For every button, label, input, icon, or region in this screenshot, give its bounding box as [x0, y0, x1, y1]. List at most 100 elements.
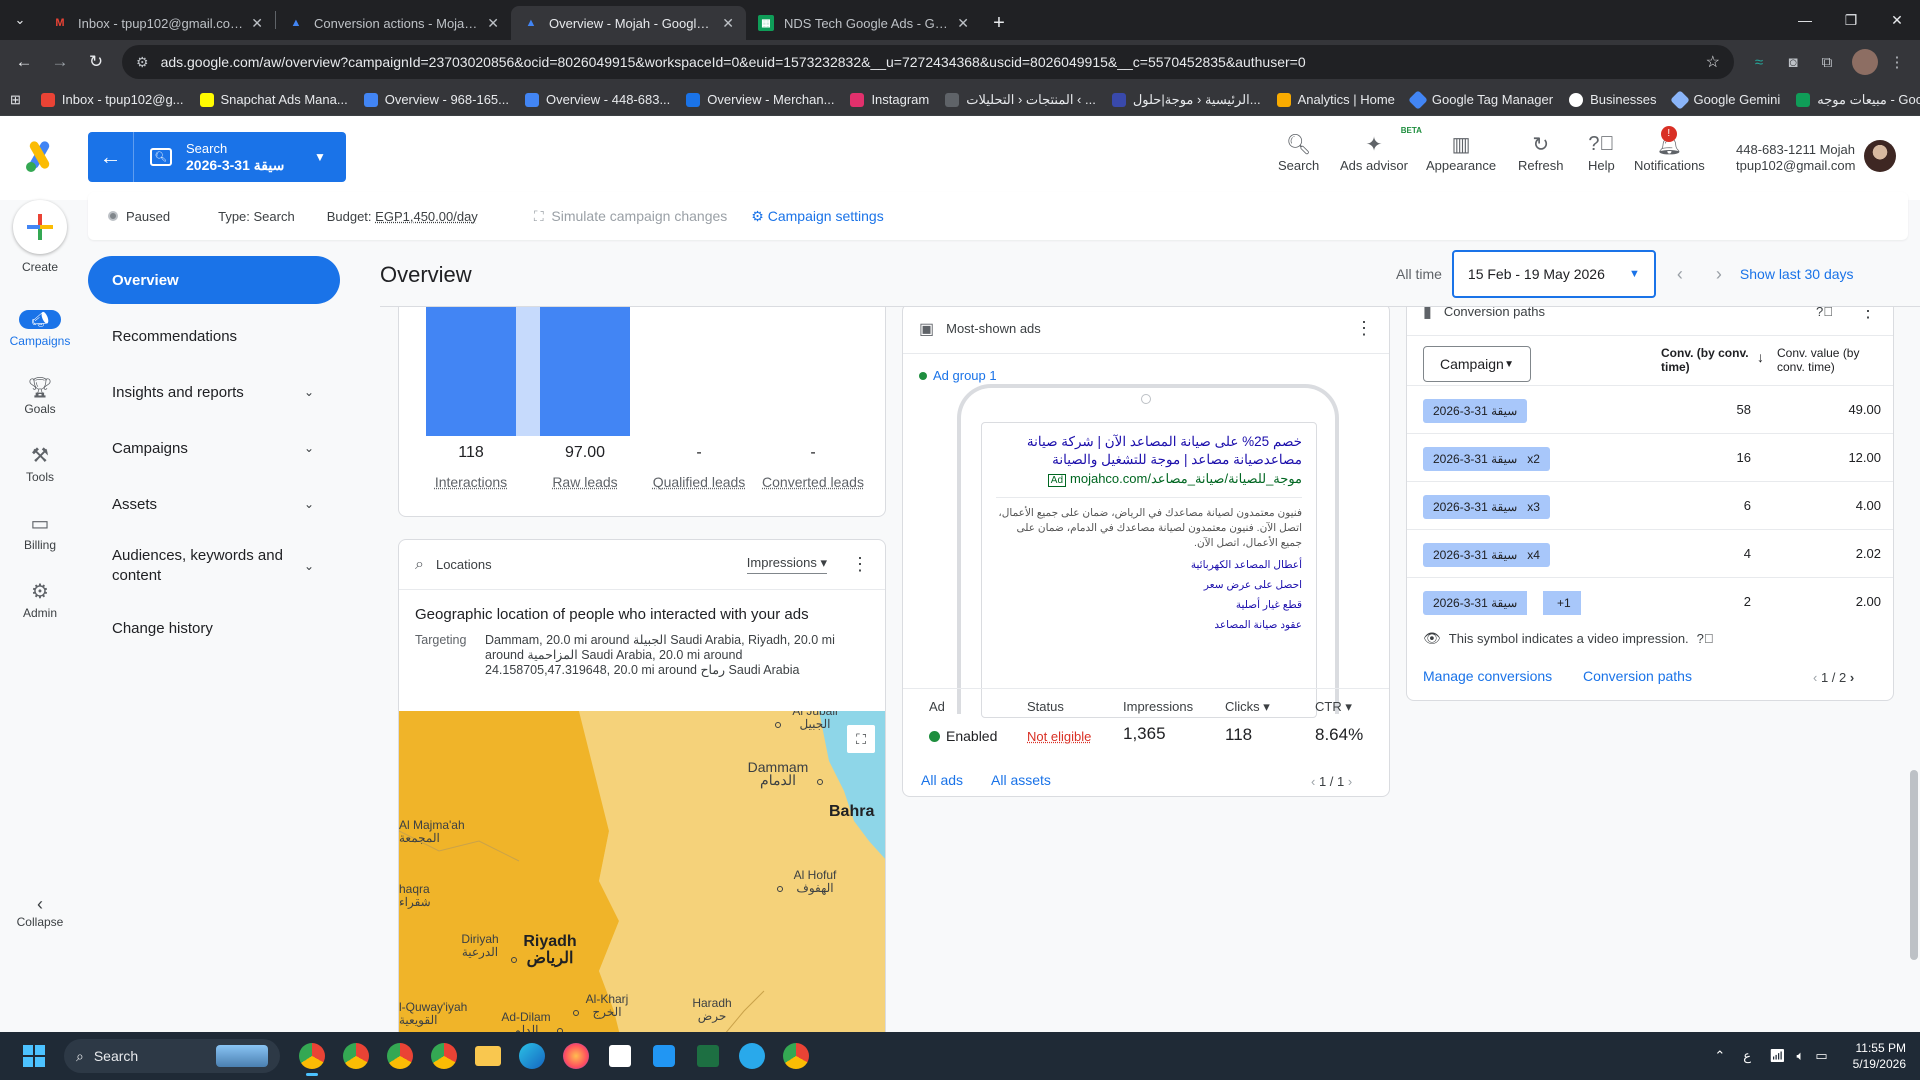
file-explorer-icon[interactable]: [466, 1034, 510, 1078]
extension-icon[interactable]: ◙: [1778, 47, 1808, 77]
bookmark-item[interactable]: Google Tag Manager: [1411, 92, 1553, 107]
reload-icon[interactable]: ↻: [80, 46, 112, 78]
close-icon[interactable]: ✕: [251, 15, 263, 32]
nav-change-history[interactable]: Change history: [88, 604, 340, 652]
campaign-dropdown[interactable]: Campaign ▼: [1423, 346, 1531, 382]
firefox-icon[interactable]: [554, 1034, 598, 1078]
browser-menu-icon[interactable]: ⋮: [1882, 47, 1912, 77]
excel-icon[interactable]: [686, 1034, 730, 1078]
bookmark-item[interactable]: Analytics | Home: [1277, 92, 1395, 107]
bookmark-item[interactable]: Overview - 968-165...: [364, 92, 509, 107]
col-value-header[interactable]: Conv. value (by conv. time): [1777, 346, 1881, 374]
telegram-icon[interactable]: [730, 1034, 774, 1078]
bookmark-item[interactable]: Businesses: [1569, 92, 1656, 107]
extensions-puzzle-icon[interactable]: ⧉: [1812, 47, 1842, 77]
taskbar-search[interactable]: ⌕ Search: [64, 1039, 280, 1073]
simulate-button[interactable]: ⛶ Simulate campaign changes: [534, 208, 727, 225]
search-tool-button[interactable]: 🔍︎ Search: [1278, 130, 1319, 173]
page-scrollbar[interactable]: [1910, 770, 1918, 960]
appearance-button[interactable]: ▥ Appearance: [1426, 130, 1496, 173]
forward-icon[interactable]: →: [44, 46, 76, 78]
taskbar-clock[interactable]: 11:55 PM 5/19/2026: [1853, 1040, 1906, 1072]
all-ads-link[interactable]: All ads: [921, 772, 963, 788]
chevron-right-icon[interactable]: ›: [1348, 774, 1352, 789]
bookmark-item[interactable]: Overview - 448-683...: [525, 92, 670, 107]
show-last-30-days-link[interactable]: Show last 30 days: [1740, 266, 1854, 282]
battery-icon[interactable]: ▭: [1815, 1048, 1827, 1064]
site-info-icon[interactable]: ⚙: [136, 54, 149, 71]
profile-avatar[interactable]: [1852, 49, 1878, 75]
more-vert-icon[interactable]: ⋮: [1355, 318, 1373, 339]
ad-preview[interactable]: خصم 25% على صيانة المصاعد الآن | شركة صي…: [981, 422, 1317, 718]
chrome-app-icon[interactable]: [774, 1034, 818, 1078]
status-value[interactable]: Not eligible: [1027, 729, 1091, 744]
browser-tab[interactable]: ▦ NDS Tech Google Ads - Google ✕: [746, 6, 981, 40]
notifications-button[interactable]: 🔔︎ ! Notifications: [1634, 130, 1705, 173]
fullscreen-icon[interactable]: ⛶: [847, 725, 875, 753]
sort-arrow-icon[interactable]: ↓: [1757, 350, 1764, 364]
campaign-settings-button[interactable]: ⚙ Campaign settings: [751, 208, 883, 225]
location-map[interactable]: Al Jubail الجبيل Dammam الدمام Bahra Al …: [399, 711, 886, 1032]
bookmark-star-icon[interactable]: ☆: [1706, 52, 1720, 72]
chevron-left-icon[interactable]: ‹: [1311, 774, 1315, 789]
budget-value[interactable]: EGP1,450.00/day: [375, 209, 478, 224]
minimize-icon[interactable]: —: [1782, 0, 1828, 40]
nav-audiences-keywords-content[interactable]: Audiences, keywords and content ⌄: [88, 536, 340, 596]
start-button[interactable]: [10, 1032, 58, 1080]
chrome-app-icon[interactable]: [422, 1034, 466, 1078]
more-vert-icon[interactable]: ⋮: [1859, 307, 1877, 322]
funnel-label[interactable]: Qualified leads: [643, 474, 755, 490]
chevron-left-icon[interactable]: ‹: [1813, 670, 1817, 685]
help-button[interactable]: ?⃝ Help: [1588, 130, 1615, 173]
bookmark-item[interactable]: Instagram: [850, 92, 929, 107]
language-indicator[interactable]: ع: [1743, 1048, 1751, 1064]
back-arrow-icon[interactable]: ←: [88, 132, 134, 182]
chevron-left-icon[interactable]: ‹: [1656, 264, 1704, 285]
new-tab-button[interactable]: +: [981, 6, 1017, 40]
tab-search-button[interactable]: ⌄: [0, 0, 40, 40]
bookmark-item[interactable]: Overview - Merchan...: [686, 92, 834, 107]
metric-dropdown[interactable]: Impressions ▾: [747, 555, 827, 574]
conversion-paths-link[interactable]: Conversion paths: [1583, 668, 1692, 684]
nav-assets[interactable]: Assets ⌄: [88, 480, 340, 528]
rail-item-campaigns[interactable]: 📣︎ Campaigns: [0, 304, 80, 348]
funnel-label[interactable]: Converted leads: [757, 474, 869, 490]
close-window-icon[interactable]: ✕: [1874, 0, 1920, 40]
chrome-app-icon[interactable]: [334, 1034, 378, 1078]
more-vert-icon[interactable]: ⋮: [851, 554, 869, 575]
bookmark-item[interactable]: الرئيسية ‹ موجة|حلول...: [1112, 92, 1261, 108]
url-field[interactable]: ⚙ ads.google.com/aw/overview?campaignId=…: [122, 45, 1734, 79]
browser-tab[interactable]: M Inbox - tpup102@gmail.com - G ✕: [40, 6, 275, 40]
vscode-icon[interactable]: [642, 1034, 686, 1078]
create-button[interactable]: [13, 200, 67, 254]
ad-group-link[interactable]: Ad group 1: [903, 354, 1389, 383]
rail-item-admin[interactable]: ⚙ Admin: [0, 576, 80, 620]
chevron-up-icon[interactable]: ⌃: [1714, 1048, 1725, 1064]
apps-icon[interactable]: ⊞: [10, 92, 21, 108]
help-icon[interactable]: ?⃝: [1697, 631, 1714, 646]
chrome-app-icon[interactable]: [290, 1034, 334, 1078]
nav-insights-and-reports[interactable]: Insights and reports ⌄: [88, 368, 340, 416]
campaign-picker[interactable]: ← 🔍︎ Search سيقة 31-3-2026 ▼: [88, 132, 346, 182]
extension-icon[interactable]: ≈: [1744, 47, 1774, 77]
funnel-label[interactable]: Raw leads: [529, 474, 641, 490]
nav-recommendations[interactable]: Recommendations: [88, 312, 340, 360]
bookmark-item[interactable]: المنتجات ‹ التحليلات ‹ ...: [945, 92, 1096, 108]
avatar[interactable]: [1864, 140, 1896, 172]
rail-item-billing[interactable]: ▭ Billing: [0, 508, 80, 552]
account-switcher[interactable]: 448-683-1211 Mojah tpup102@gmail.com: [1736, 142, 1855, 174]
collapse-button[interactable]: ‹ Collapse: [0, 894, 80, 929]
bookmark-item[interactable]: مبيعات موجه - Googl...: [1796, 92, 1920, 108]
restore-icon[interactable]: ❐: [1828, 0, 1874, 40]
all-assets-link[interactable]: All assets: [991, 772, 1051, 788]
manage-conversions-link[interactable]: Manage conversions: [1423, 668, 1552, 684]
rail-item-goals[interactable]: 🏆︎ Goals: [0, 372, 80, 416]
refresh-button[interactable]: ↻ Refresh: [1518, 130, 1564, 173]
wifi-icon[interactable]: 📶︎: [1769, 1048, 1786, 1064]
google-ads-logo-icon[interactable]: [22, 138, 58, 174]
bookmark-item[interactable]: Google Gemini: [1673, 92, 1781, 107]
microsoft-store-icon[interactable]: [598, 1034, 642, 1078]
volume-icon[interactable]: 🔈︎: [1797, 1048, 1805, 1064]
ctr-sort-header[interactable]: CTR ▾: [1315, 699, 1363, 715]
ads-advisor-button[interactable]: ✦ BETA Ads advisor: [1340, 130, 1408, 173]
